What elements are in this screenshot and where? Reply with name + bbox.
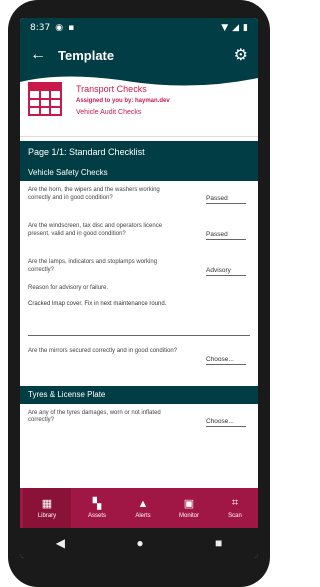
assigned-by-label: Assigned to you by: hayman.dev	[76, 98, 170, 104]
gear-icon[interactable]: ⚙	[234, 45, 248, 65]
library-icon: ▦	[41, 498, 53, 510]
signal-icon: ◢	[232, 23, 240, 33]
question-text: Are the windscreen, tax disc and operato…	[28, 223, 163, 237]
phone-frame: 8:37 ◉ ▪ ▼ ◢ ▮ ← Template ⚙ Transport Ch…	[8, 0, 270, 587]
answer-select[interactable]: Choose...	[206, 418, 246, 427]
template-subtitle: Vehicle Audit Checks	[76, 109, 142, 116]
nav-item-alerts[interactable]: ▲ Alerts	[123, 498, 163, 519]
scan-icon: ⌗	[231, 497, 239, 509]
question-item: Are any of the tyres damages, worn or no…	[20, 404, 258, 440]
screen: 8:37 ◉ ▪ ▼ ◢ ▮ ← Template ⚙ Transport Ch…	[20, 18, 258, 558]
battery-icon: ▮	[243, 23, 248, 33]
nav-label: Monitor	[178, 513, 199, 519]
nav-label: Library	[37, 513, 57, 519]
question-item: Are the windscreen, tax disc and operato…	[20, 217, 258, 253]
checklist-page-header: Page 1/1: Standard Checklist	[20, 141, 258, 163]
reason-input[interactable]: Cracked lmap cover. Fix in next maintena…	[28, 301, 250, 307]
page-title: Template	[58, 47, 115, 63]
question-text: Are the horn, the wipers and the washers…	[28, 187, 160, 201]
bottom-navigation: ▦ Library ▚ Assets ▲ Alerts ▣ Monitor ⌗ …	[20, 488, 258, 528]
reason-label: Reason for advisory or failure.	[28, 284, 109, 291]
system-navigation-bar: ◀ ● ■	[20, 528, 258, 558]
wifi-icon: ▼	[221, 23, 229, 33]
template-title: Transport Checks	[76, 84, 147, 94]
assets-icon: ▚	[92, 498, 102, 510]
question-text: Are the lamps, indicators and stoplamps …	[28, 259, 158, 273]
nav-label: Alerts	[135, 512, 151, 519]
status-time: 8:37	[30, 23, 51, 33]
status-bar: 8:37 ◉ ▪ ▼ ◢ ▮	[20, 18, 258, 38]
nav-item-library[interactable]: ▦ Library	[23, 488, 71, 528]
back-arrow-icon[interactable]: ←	[30, 46, 54, 64]
nav-item-assets[interactable]: ▚ Assets	[77, 497, 117, 519]
alerts-icon: ▲	[137, 497, 149, 510]
section-header-vehicle-safety: Vehicle Safety Checks	[20, 163, 258, 181]
notification-icon: ◉	[55, 23, 64, 33]
question-text: Are the mirrors secured correctly and in…	[28, 347, 178, 354]
answer-select[interactable]: Passed	[206, 195, 246, 204]
answer-select[interactable]: Advisory	[206, 267, 246, 276]
nav-label: Assets	[87, 513, 106, 519]
section-gap	[20, 377, 258, 386]
question-item: Are the horn, the wipers and the washers…	[20, 181, 258, 217]
question-text: Are any of the tyres damages, worn or no…	[28, 409, 161, 424]
nav-item-monitor[interactable]: ▣ Monitor	[169, 497, 209, 519]
nav-item-scan[interactable]: ⌗ Scan	[215, 497, 255, 519]
template-header-card: Transport Checks Assigned to you by: hay…	[20, 72, 258, 137]
recents-square-icon[interactable]: ■	[215, 536, 222, 550]
checklist-grid-icon	[28, 82, 62, 116]
reason-input-underline	[28, 334, 250, 336]
home-circle-icon[interactable]: ●	[136, 536, 143, 550]
nav-label: Scan	[228, 513, 242, 519]
question-item: Are the mirrors secured correctly and in…	[20, 342, 258, 378]
nfc-icon: ▪	[68, 23, 75, 33]
question-item: Are the lamps, indicators and stoplamps …	[20, 253, 258, 342]
answer-select[interactable]: Passed	[206, 231, 246, 240]
app-bar: ← Template ⚙	[20, 38, 258, 72]
monitor-icon: ▣	[183, 498, 195, 510]
section-header-tyres: Tyres & License Plate	[20, 385, 258, 404]
answer-select[interactable]: Choose...	[206, 356, 246, 365]
back-triangle-icon[interactable]: ◀	[56, 536, 65, 550]
